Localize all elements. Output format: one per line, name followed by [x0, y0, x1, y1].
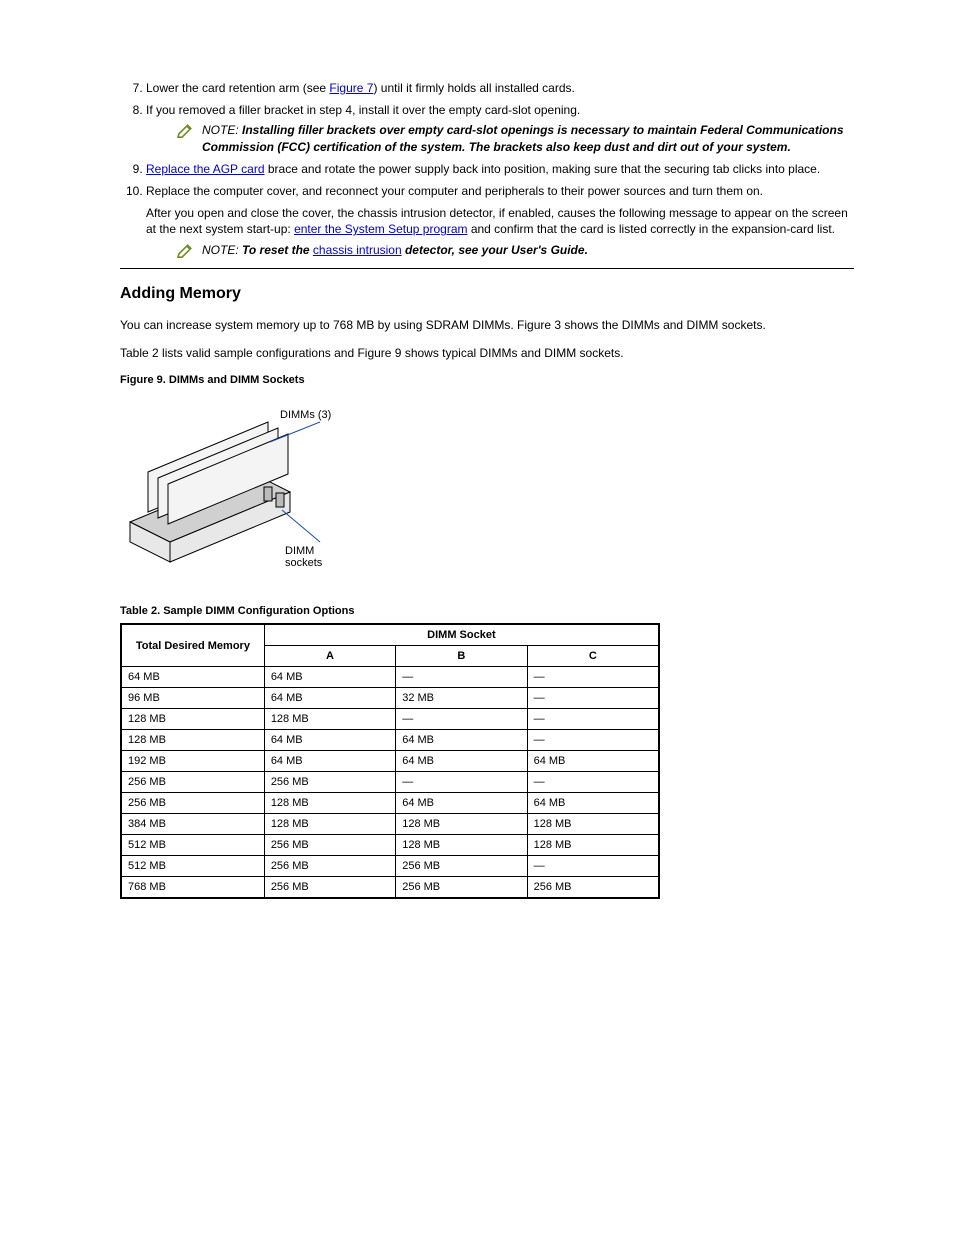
figure-label: DIMM	[285, 545, 314, 557]
table-cell: 256 MB	[264, 856, 395, 877]
step-7: Lower the card retention arm (see Figure…	[146, 80, 854, 96]
table-cell: 128 MB	[121, 730, 264, 751]
table-row: 96 MB64 MB32 MB—	[121, 688, 659, 709]
table-cell: —	[527, 709, 659, 730]
table-cell: 128 MB	[264, 793, 395, 814]
th-c: C	[527, 646, 659, 667]
step-text: Replace the computer cover, and reconnec…	[146, 184, 763, 198]
table-cell: 256 MB	[121, 772, 264, 793]
table-cell: 256 MB	[264, 772, 395, 793]
table-cell: 128 MB	[264, 814, 395, 835]
table-caption: Table 2. Sample DIMM Configuration Optio…	[120, 605, 854, 617]
table-row: 384 MB128 MB128 MB128 MB	[121, 814, 659, 835]
table-cell: 128 MB	[527, 814, 659, 835]
table-cell: 64 MB	[527, 793, 659, 814]
table-cell: 64 MB	[527, 751, 659, 772]
table-row: 512 MB256 MB128 MB128 MB	[121, 835, 659, 856]
table-row: 192 MB64 MB64 MB64 MB	[121, 751, 659, 772]
table-cell: 256 MB	[264, 877, 395, 899]
table-cell: 128 MB	[396, 835, 527, 856]
step-9: Replace the AGP card brace and rotate th…	[146, 161, 854, 177]
section-divider	[120, 268, 854, 269]
table-cell: 384 MB	[121, 814, 264, 835]
table-cell: —	[527, 667, 659, 688]
table-cell: 128 MB	[121, 709, 264, 730]
step-10: Replace the computer cover, and reconnec…	[146, 183, 854, 258]
paragraph: You can increase system memory up to 768…	[120, 317, 854, 334]
table-cell: 64 MB	[264, 730, 395, 751]
table-cell: —	[396, 772, 527, 793]
table-cell: 192 MB	[121, 751, 264, 772]
th-total: Total Desired Memory	[121, 624, 264, 667]
table-cell: 256 MB	[396, 856, 527, 877]
table-cell: 768 MB	[121, 877, 264, 899]
table-cell: 64 MB	[264, 751, 395, 772]
note-label: NOTE:	[202, 243, 239, 257]
system-setup-link[interactable]: enter the System Setup program	[294, 222, 467, 236]
dimm-config-table: Total Desired Memory DIMM Socket A B C 6…	[120, 623, 660, 899]
figure-label: DIMMs (3)	[280, 409, 331, 421]
table-row: 768 MB256 MB256 MB256 MB	[121, 877, 659, 899]
table-row: 64 MB64 MB——	[121, 667, 659, 688]
table-cell: 512 MB	[121, 856, 264, 877]
step-text: brace and rotate the power supply back i…	[265, 162, 821, 176]
table-cell: —	[527, 688, 659, 709]
table-cell: —	[527, 730, 659, 751]
note-block: NOTE: To reset the chassis intrusion det…	[176, 242, 854, 258]
note-label: NOTE:	[202, 123, 239, 137]
replace-agp-link[interactable]: Replace the AGP card	[146, 162, 265, 176]
table-cell: 512 MB	[121, 835, 264, 856]
table-cell: 256 MB	[264, 835, 395, 856]
figure-caption: Figure 9. DIMMs and DIMM Sockets	[120, 374, 854, 386]
note-body-post: detector, see your User's Guide.	[402, 243, 588, 257]
table-cell: 128 MB	[527, 835, 659, 856]
figure-link[interactable]: Figure 7	[329, 81, 373, 95]
table-cell: 64 MB	[396, 730, 527, 751]
th-b: B	[396, 646, 527, 667]
step-text-post: slot opening.	[512, 103, 580, 117]
table-cell: 64 MB	[396, 793, 527, 814]
table-cell: —	[396, 667, 527, 688]
table-cell: 256 MB	[396, 877, 527, 899]
table-cell: 64 MB	[264, 688, 395, 709]
table-cell: —	[396, 709, 527, 730]
th-a: A	[264, 646, 395, 667]
paragraph: Table 2 lists valid sample configuration…	[120, 345, 854, 362]
step-text-post: ) until it firmly holds all installed ca…	[373, 81, 574, 95]
table-cell: 64 MB	[264, 667, 395, 688]
table-cell: —	[527, 772, 659, 793]
figure-label: sockets	[285, 557, 323, 569]
table-cell: 128 MB	[396, 814, 527, 835]
table-cell: —	[527, 856, 659, 877]
table-row: 128 MB128 MB——	[121, 709, 659, 730]
section-title: Adding Memory	[120, 285, 854, 303]
step-text: If you removed a filler bracket in step …	[146, 103, 512, 117]
step-8: If you removed a filler bracket in step …	[146, 102, 854, 155]
note-body: To reset the	[239, 243, 313, 257]
step-text: Lower the card retention arm (see	[146, 81, 329, 95]
note-icon	[176, 242, 196, 258]
table-cell: 64 MB	[121, 667, 264, 688]
note-block: NOTE: Installing filler brackets over em…	[176, 122, 854, 154]
table-row: 512 MB256 MB256 MB—	[121, 856, 659, 877]
table-row: 256 MB128 MB64 MB64 MB	[121, 793, 659, 814]
table-cell: 256 MB	[121, 793, 264, 814]
note-body: Installing filler brackets over empty ca…	[202, 123, 844, 153]
table-cell: 128 MB	[264, 709, 395, 730]
after-step-text-post: and confirm that the card is listed corr…	[467, 222, 835, 236]
table-row: 256 MB256 MB——	[121, 772, 659, 793]
table-cell: 256 MB	[527, 877, 659, 899]
figure-dimm-sockets: DIMMs (3) DIMM sockets	[120, 392, 854, 585]
table-cell: 64 MB	[396, 751, 527, 772]
table-cell: 32 MB	[396, 688, 527, 709]
table-cell: 96 MB	[121, 688, 264, 709]
table-row: 128 MB64 MB64 MB—	[121, 730, 659, 751]
th-group: DIMM Socket	[264, 624, 659, 646]
note-icon	[176, 122, 196, 138]
chassis-intrusion-link[interactable]: chassis intrusion	[313, 243, 402, 257]
